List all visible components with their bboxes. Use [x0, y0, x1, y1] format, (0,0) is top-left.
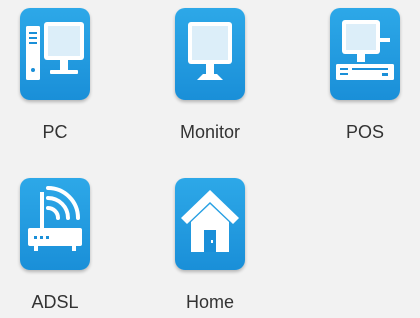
pos-icon — [330, 8, 400, 100]
monitor-icon — [175, 8, 245, 100]
device-tile-home[interactable]: Home — [155, 170, 265, 318]
device-tile-adsl[interactable]: ADSL — [0, 170, 110, 318]
device-tile-pc[interactable]: PC — [0, 0, 110, 150]
adsl-icon-box — [20, 176, 90, 272]
device-label-monitor: Monitor — [179, 122, 241, 142]
monitor-icon-box — [175, 6, 245, 102]
device-tile-monitor[interactable]: Monitor — [155, 0, 265, 150]
device-grid: PC Monitor POS ADSL Home — [0, 0, 420, 318]
device-label-pc: PC — [42, 122, 68, 142]
device-label-pos: POS — [345, 122, 384, 142]
home-icon-box — [175, 176, 245, 272]
adsl-router-icon — [20, 178, 90, 270]
home-icon — [175, 178, 245, 270]
device-label-home: Home — [185, 292, 234, 312]
pos-icon-box — [330, 6, 400, 102]
pc-icon — [20, 8, 90, 100]
device-tile-pos[interactable]: POS — [310, 0, 420, 150]
device-label-adsl: ADSL — [31, 292, 79, 312]
pc-icon-box — [20, 6, 90, 102]
